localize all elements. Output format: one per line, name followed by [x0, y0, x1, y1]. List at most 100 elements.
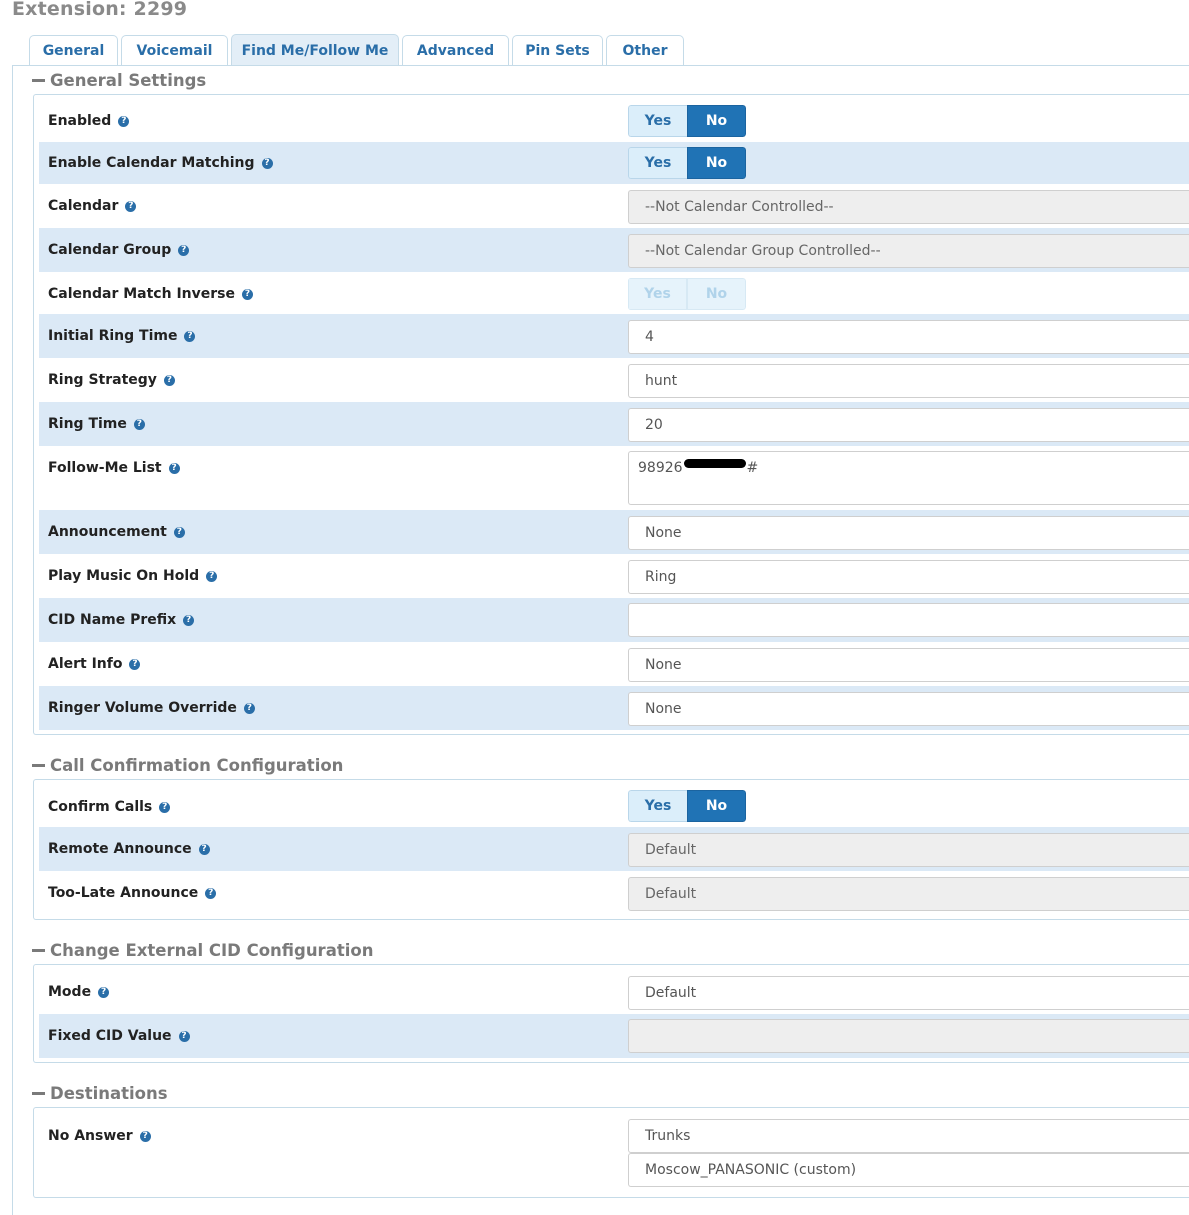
cid-mode-select[interactable]: Default: [628, 976, 1189, 1010]
cid-name-prefix-input[interactable]: [628, 603, 1189, 637]
label-enabled: Enabled ?: [48, 111, 130, 131]
question-circle-icon[interactable]: ?: [159, 801, 171, 813]
label-too-late-announce: Too-Late Announce ?: [48, 883, 217, 903]
calendar-select[interactable]: --Not Calendar Controlled--: [628, 190, 1189, 224]
followme-number-suffix: #: [746, 460, 759, 476]
minus-icon[interactable]: [32, 78, 45, 82]
tab-voicemail[interactable]: Voicemail: [121, 35, 228, 66]
question-circle-icon[interactable]: ?: [168, 462, 180, 474]
question-circle-icon[interactable]: ?: [118, 115, 130, 127]
tab-other[interactable]: Other: [606, 35, 684, 66]
label-confirm-calls: Confirm Calls ?: [48, 797, 171, 817]
question-circle-icon[interactable]: ?: [139, 1130, 151, 1142]
enabled-yes-option[interactable]: Yes: [628, 105, 687, 137]
question-circle-icon[interactable]: ?: [98, 986, 110, 998]
row-announcement: Announcement ? None: [39, 510, 1189, 554]
label-text: Follow-Me List: [48, 460, 162, 476]
label-announcement: Announcement ?: [48, 522, 185, 542]
label-text: Initial Ring Time: [48, 328, 178, 344]
fixed-cid-input[interactable]: [628, 1019, 1189, 1053]
label-alert-info: Alert Info ?: [48, 654, 141, 674]
calendar-match-inverse-toggle: Yes No: [628, 278, 746, 310]
section-header-call-confirmation[interactable]: Call Confirmation Configuration: [32, 754, 343, 776]
question-circle-icon[interactable]: ?: [241, 288, 253, 300]
tab-advanced[interactable]: Advanced: [402, 35, 509, 66]
confirm-calls-toggle: Yes No: [628, 790, 746, 822]
row-ring-strategy: Ring Strategy ? hunt: [39, 358, 1189, 402]
calendar-matching-yes-option[interactable]: Yes: [628, 147, 687, 179]
label-calendar-matching: Enable Calendar Matching ?: [48, 153, 273, 173]
calendar-matching-no-option[interactable]: No: [687, 147, 746, 179]
minus-icon[interactable]: [32, 763, 45, 767]
row-ring-time: Ring Time ? 20: [39, 402, 1189, 446]
confirm-calls-no-option[interactable]: No: [687, 790, 746, 822]
question-circle-icon[interactable]: ?: [178, 1030, 190, 1042]
too-late-announce-select[interactable]: Default: [628, 877, 1189, 911]
tab-pin-sets[interactable]: Pin Sets: [512, 35, 603, 66]
row-calendar-match-inverse: Calendar Match Inverse ? Yes No: [39, 272, 1189, 314]
question-circle-icon[interactable]: ?: [125, 200, 137, 212]
minus-icon[interactable]: [32, 1091, 45, 1095]
label-text: Enabled: [48, 113, 112, 129]
label-text: No Answer: [48, 1128, 133, 1144]
label-calendar-match-inverse: Calendar Match Inverse ?: [48, 284, 253, 304]
question-circle-icon[interactable]: ?: [129, 658, 141, 670]
row-confirm-calls: Confirm Calls ? Yes No: [39, 785, 1189, 827]
music-on-hold-select[interactable]: Ring: [628, 560, 1189, 594]
ring-time-select[interactable]: 20: [628, 408, 1189, 442]
tab-find-me-follow-me[interactable]: Find Me/Follow Me: [231, 34, 399, 66]
label-text: Alert Info: [48, 656, 123, 672]
calendar-group-select[interactable]: --Not Calendar Group Controlled--: [628, 234, 1189, 268]
question-circle-icon[interactable]: ?: [133, 418, 145, 430]
question-circle-icon[interactable]: ?: [243, 702, 255, 714]
initial-ring-time-input[interactable]: 4: [628, 320, 1189, 354]
announcement-select[interactable]: None: [628, 516, 1189, 550]
label-ringer-volume: Ringer Volume Override ?: [48, 698, 255, 718]
label-ring-time: Ring Time ?: [48, 414, 145, 434]
followme-number-prefix: 98926: [638, 460, 683, 476]
section-title: General Settings: [50, 70, 207, 90]
label-fixed-cid: Fixed CID Value ?: [48, 1026, 190, 1046]
label-text: Confirm Calls: [48, 799, 153, 815]
label-text: Fixed CID Value: [48, 1028, 172, 1044]
enabled-no-option[interactable]: No: [687, 105, 746, 137]
section-header-external-cid[interactable]: Change External CID Configuration: [32, 939, 373, 961]
minus-icon[interactable]: [32, 948, 45, 952]
followme-list-textarea[interactable]: 98926 #: [628, 451, 1189, 505]
confirm-calls-yes-option[interactable]: Yes: [628, 790, 687, 822]
calendar-match-inverse-no-option[interactable]: No: [687, 278, 746, 310]
question-circle-icon[interactable]: ?: [178, 244, 190, 256]
ring-strategy-select[interactable]: hunt: [628, 364, 1189, 398]
section-title: Call Confirmation Configuration: [50, 755, 344, 775]
tab-general[interactable]: General: [29, 35, 118, 66]
ringer-volume-select[interactable]: None: [628, 692, 1189, 726]
question-circle-icon[interactable]: ?: [183, 614, 195, 626]
no-answer-target-select[interactable]: Moscow_PANASONIC (custom): [628, 1153, 1189, 1187]
question-circle-icon[interactable]: ?: [205, 887, 217, 899]
question-circle-icon[interactable]: ?: [184, 330, 196, 342]
label-text: Ring Time: [48, 416, 127, 432]
calendar-match-inverse-yes-option[interactable]: Yes: [628, 278, 687, 310]
section-header-general[interactable]: General Settings: [32, 69, 206, 91]
question-circle-icon[interactable]: ?: [261, 157, 273, 169]
label-text: Announcement: [48, 524, 167, 540]
row-followme-list: Follow-Me List ? 98926 #: [39, 446, 1189, 510]
question-circle-icon[interactable]: ?: [173, 526, 185, 538]
row-music-on-hold: Play Music On Hold ? Ring: [39, 554, 1189, 598]
label-text: Ringer Volume Override: [48, 700, 237, 716]
row-ringer-volume: Ringer Volume Override ? None: [39, 686, 1189, 730]
question-circle-icon[interactable]: ?: [206, 570, 218, 582]
section-general-settings: Enabled ? Yes No Enable Calendar Matchin…: [33, 94, 1189, 735]
question-circle-icon[interactable]: ?: [163, 374, 175, 386]
section-title: Destinations: [50, 1083, 168, 1103]
label-music-on-hold: Play Music On Hold ?: [48, 566, 218, 586]
question-circle-icon[interactable]: ?: [198, 843, 210, 855]
page-title: Extension: 2299: [12, 0, 188, 20]
section-header-destinations[interactable]: Destinations: [32, 1082, 168, 1104]
no-answer-type-select[interactable]: Trunks: [628, 1119, 1189, 1153]
remote-announce-select[interactable]: Default: [628, 833, 1189, 867]
alert-info-select[interactable]: None: [628, 648, 1189, 682]
calendar-matching-toggle: Yes No: [628, 147, 746, 179]
row-initial-ring-time: Initial Ring Time ? 4: [39, 314, 1189, 358]
row-enabled: Enabled ? Yes No: [39, 100, 1189, 142]
